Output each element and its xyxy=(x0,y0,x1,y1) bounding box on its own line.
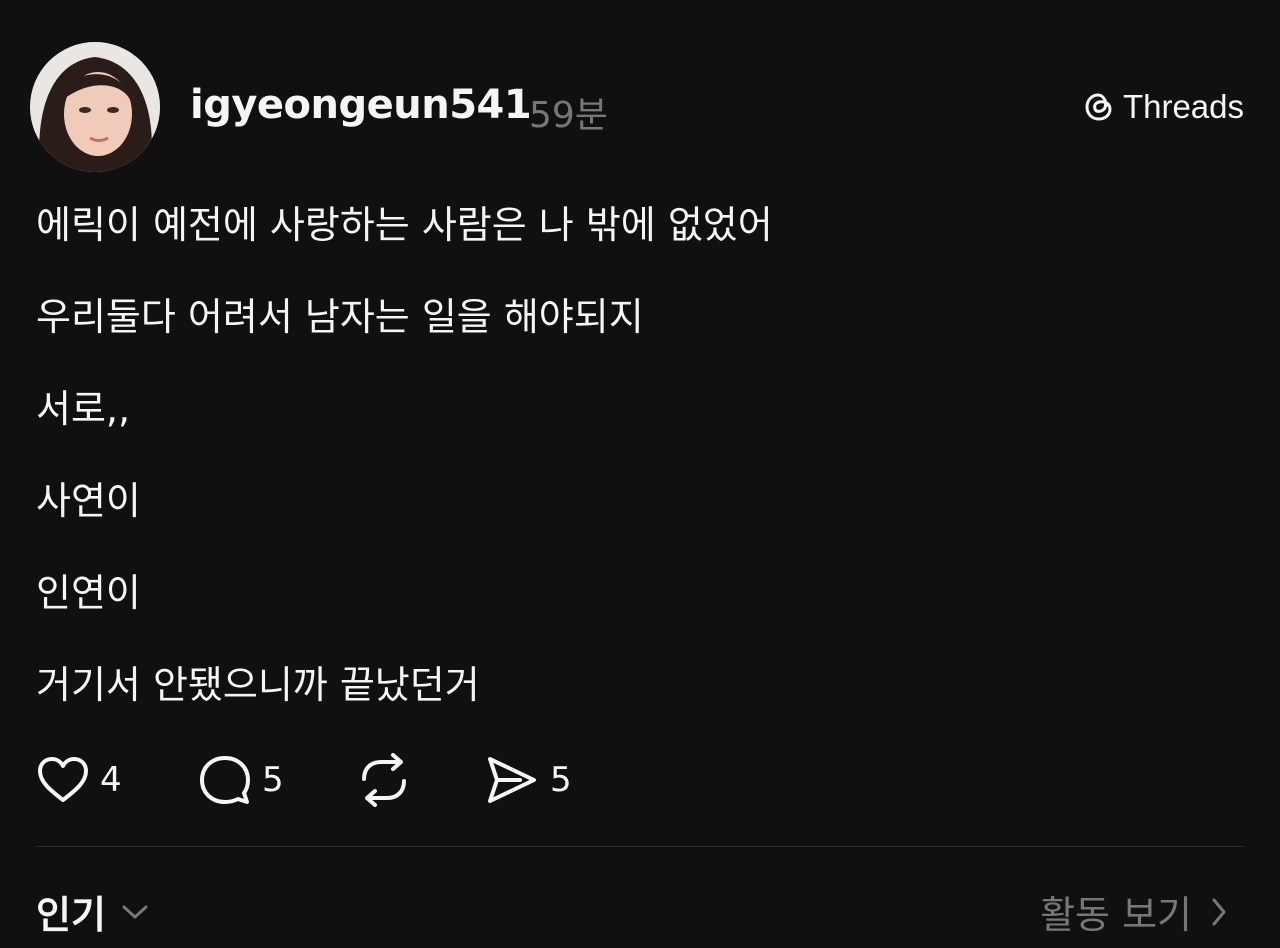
post-timestamp: 59분 xyxy=(529,95,608,136)
heart-icon xyxy=(38,757,88,802)
post-line: 우리둘다 어려서 남자는 일을 해야되지 xyxy=(36,295,644,339)
brand-label: Threads xyxy=(1122,88,1244,125)
comment-icon xyxy=(200,756,250,804)
comment-count: 5 xyxy=(262,760,284,800)
post-actions: 4 5 5 xyxy=(36,750,736,810)
username[interactable]: igyeongeun541 xyxy=(190,82,532,128)
send-icon xyxy=(488,757,536,803)
threads-brand[interactable]: Threads xyxy=(1083,88,1244,126)
post-line: 사연이 xyxy=(36,479,141,523)
view-activity-link[interactable]: 활동 보기 xyxy=(1040,884,1228,939)
sort-label: 인기 xyxy=(36,893,106,937)
chevron-down-icon xyxy=(122,905,148,918)
repost-button[interactable] xyxy=(356,750,412,810)
share-button[interactable]: 5 xyxy=(484,750,572,810)
chevron-right-icon xyxy=(1212,898,1226,925)
like-button[interactable]: 4 xyxy=(36,750,122,810)
threads-logo-icon xyxy=(1083,90,1115,124)
post-line: 에릭이 예전에 사랑하는 사람은 나 밖에 없었어 xyxy=(36,203,773,247)
post-body: 에릭이 예전에 사랑하는 사람은 나 밖에 없었어 우리둘다 어려서 남자는 일… xyxy=(36,202,1236,754)
post-header: igyeongeun541 59분 Threads xyxy=(0,0,1280,190)
view-activity-label: 활동 보기 xyxy=(1040,893,1192,937)
repost-icon xyxy=(362,753,406,807)
divider xyxy=(36,846,1244,847)
avatar[interactable] xyxy=(30,42,160,172)
sort-selector[interactable]: 인기 xyxy=(36,884,150,939)
like-count: 4 xyxy=(100,760,122,800)
post-line: 인연이 xyxy=(36,571,141,615)
share-count: 5 xyxy=(550,760,572,800)
post-line: 거기서 안됐으니까 끝났던거 xyxy=(36,663,480,707)
avatar-image xyxy=(30,42,160,172)
post-line: 서로,, xyxy=(36,387,131,431)
comment-button[interactable]: 5 xyxy=(198,750,284,810)
